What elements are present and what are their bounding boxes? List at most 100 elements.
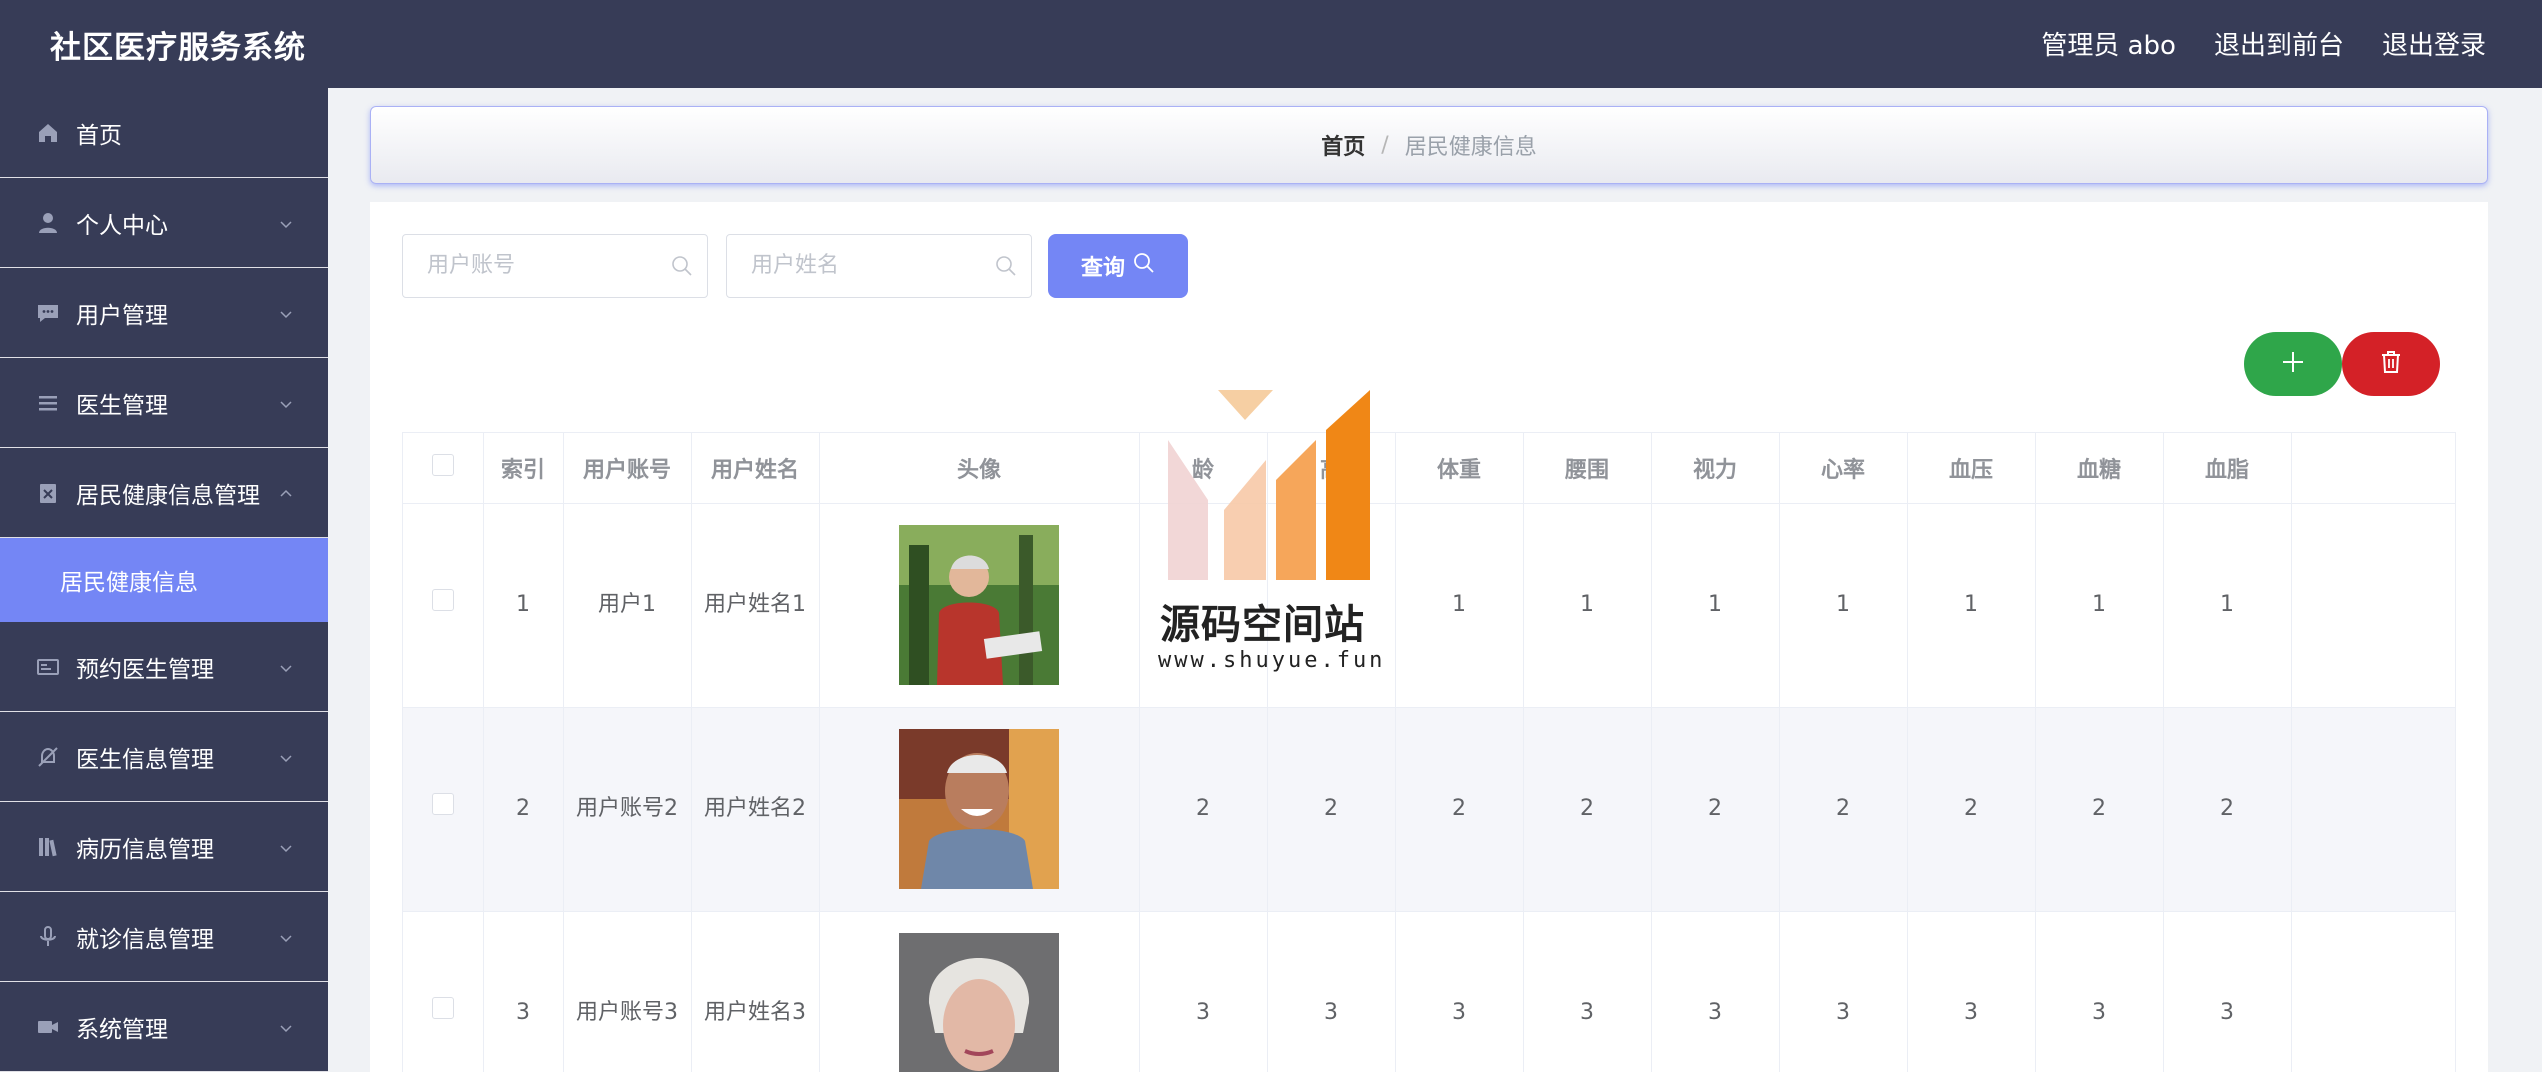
action-cell — [2291, 503, 2455, 708]
column-header: 高 — [1267, 433, 1396, 504]
sidebar-item-doctor-info-management[interactable]: 医生信息管理 — [0, 712, 328, 802]
sidebar-item-label: 预约医生管理 — [76, 656, 214, 683]
waist-cell: 3 — [1523, 911, 1652, 1072]
column-header: 索引 — [483, 433, 564, 504]
row-checkbox[interactable] — [431, 589, 454, 611]
sidebar-item-label: 医生管理 — [76, 392, 168, 419]
clipboard-icon — [34, 479, 62, 507]
weight-cell: 2 — [1395, 707, 1524, 912]
row-checkbox[interactable] — [431, 793, 454, 815]
table-row: 2 用户账号2 用户姓名2 2 2 2 2 2 2 2 2 2 — [403, 707, 2455, 912]
sidebar: 首页 个人中心 用户管理 医生管理 居民健康信息管理 居民健康信息 预约医生管理… — [0, 88, 328, 1072]
name-search-field[interactable] — [726, 234, 1032, 298]
height-cell: 3 — [1267, 911, 1396, 1072]
name-cell: 用户姓名2 — [691, 707, 820, 912]
avatar-cell — [819, 911, 1140, 1072]
action-cell — [2291, 911, 2455, 1072]
name-search-input[interactable] — [751, 235, 991, 295]
name-cell: 用户姓名1 — [691, 503, 820, 708]
books-icon — [34, 833, 62, 861]
admin-label: 管理员 abo — [2041, 31, 2176, 61]
sidebar-item-appointment-management[interactable]: 预约医生管理 — [0, 622, 328, 712]
app-title: 社区医疗服务系统 — [50, 30, 306, 66]
health-info-table: 索引 用户账号 用户姓名 头像 龄 高 体重 腰围 视力 心率 血压 血糖 血脂… — [402, 432, 2456, 1072]
column-header: 腰围 — [1523, 433, 1652, 504]
chat-icon — [34, 299, 62, 327]
chevron-down-icon — [278, 926, 294, 952]
account-search-input[interactable] — [427, 235, 667, 295]
sidebar-item-resident-health-management[interactable]: 居民健康信息管理 — [0, 448, 328, 538]
waist-cell: 2 — [1523, 707, 1652, 912]
account-search-field[interactable] — [402, 234, 708, 298]
sidebar-item-medical-record-management[interactable]: 病历信息管理 — [0, 802, 328, 892]
list-icon — [34, 389, 62, 417]
row-checkbox[interactable] — [431, 997, 454, 1019]
column-header: 视力 — [1651, 433, 1780, 504]
column-header: 血压 — [1907, 433, 2036, 504]
watermark-text: 源码空间站 — [1160, 602, 1365, 648]
user-icon — [34, 209, 62, 237]
account-cell: 用户账号2 — [563, 707, 692, 912]
logout-link[interactable]: 退出登录 — [2382, 25, 2486, 62]
vision-cell: 1 — [1651, 503, 1780, 708]
sidebar-item-personal-center[interactable]: 个人中心 — [0, 178, 328, 268]
index-cell: 3 — [483, 911, 564, 1072]
search-icon — [1133, 252, 1155, 280]
search-icon — [671, 255, 693, 281]
table-row: 1 用户1 用户姓名1 1 1 1 1 1 1 1 — [403, 503, 2455, 708]
column-header: 用户姓名 — [691, 433, 820, 504]
row-select-cell[interactable] — [403, 503, 484, 708]
sidebar-item-label: 医生信息管理 — [76, 746, 214, 773]
vision-cell: 3 — [1651, 911, 1780, 1072]
sidebar-item-system-management[interactable]: 系统管理 — [0, 982, 328, 1072]
bell-off-icon — [34, 743, 62, 771]
waist-cell: 1 — [1523, 503, 1652, 708]
select-all-cell[interactable] — [403, 433, 484, 504]
back-to-front-link[interactable]: 退出到前台 — [2214, 25, 2344, 62]
column-header: 用户账号 — [563, 433, 692, 504]
plus-icon — [2280, 349, 2306, 379]
sidebar-item-home[interactable]: 首页 — [0, 88, 328, 178]
row-select-cell[interactable] — [403, 911, 484, 1072]
column-header: 血脂 — [2163, 433, 2292, 504]
watermark-url: www.shuyue.fun — [1158, 648, 1386, 673]
query-button[interactable]: 查询 — [1048, 234, 1188, 298]
sidebar-item-label: 病历信息管理 — [76, 836, 214, 863]
sidebar-item-label: 个人中心 — [76, 212, 168, 239]
sidebar-item-user-management[interactable]: 用户管理 — [0, 268, 328, 358]
column-header: 心率 — [1779, 433, 1908, 504]
weight-cell: 1 — [1395, 503, 1524, 708]
row-select-cell[interactable] — [403, 707, 484, 912]
index-cell: 1 — [483, 503, 564, 708]
chevron-up-icon — [278, 482, 294, 508]
query-button-label: 查询 — [1080, 256, 1125, 281]
sidebar-item-visit-management[interactable]: 就诊信息管理 — [0, 892, 328, 982]
heart-rate-cell: 1 — [1779, 503, 1908, 708]
sidebar-subitem-resident-health[interactable]: 居民健康信息 — [0, 538, 328, 622]
breadcrumb-home[interactable]: 首页 — [1321, 129, 1365, 161]
top-actions: 管理员 abo 退出到前台 退出登录 — [2041, 25, 2486, 62]
sidebar-item-label: 就诊信息管理 — [76, 926, 214, 953]
weight-cell: 3 — [1395, 911, 1524, 1072]
column-header — [2291, 433, 2455, 504]
delete-button[interactable] — [2342, 332, 2440, 396]
age-cell: 3 — [1139, 911, 1268, 1072]
heart-rate-cell: 3 — [1779, 911, 1908, 1072]
avatar-cell — [819, 503, 1140, 708]
sidebar-item-label: 首页 — [76, 122, 122, 149]
chevron-down-icon — [278, 836, 294, 862]
chevron-down-icon — [278, 392, 294, 418]
account-cell: 用户1 — [563, 503, 692, 708]
avatar — [899, 729, 1059, 889]
blood-pressure-cell: 2 — [1907, 707, 2036, 912]
column-header: 体重 — [1395, 433, 1524, 504]
top-bar: 社区医疗服务系统 管理员 abo 退出到前台 退出登录 — [0, 0, 2542, 88]
select-all-checkbox[interactable] — [431, 453, 454, 476]
name-cell: 用户姓名3 — [691, 911, 820, 1072]
blood-sugar-cell: 1 — [2035, 503, 2164, 708]
blood-sugar-cell: 3 — [2035, 911, 2164, 1072]
add-button[interactable] — [2244, 332, 2342, 396]
chevron-down-icon — [278, 656, 294, 682]
sidebar-item-doctor-management[interactable]: 医生管理 — [0, 358, 328, 448]
avatar — [899, 933, 1059, 1072]
